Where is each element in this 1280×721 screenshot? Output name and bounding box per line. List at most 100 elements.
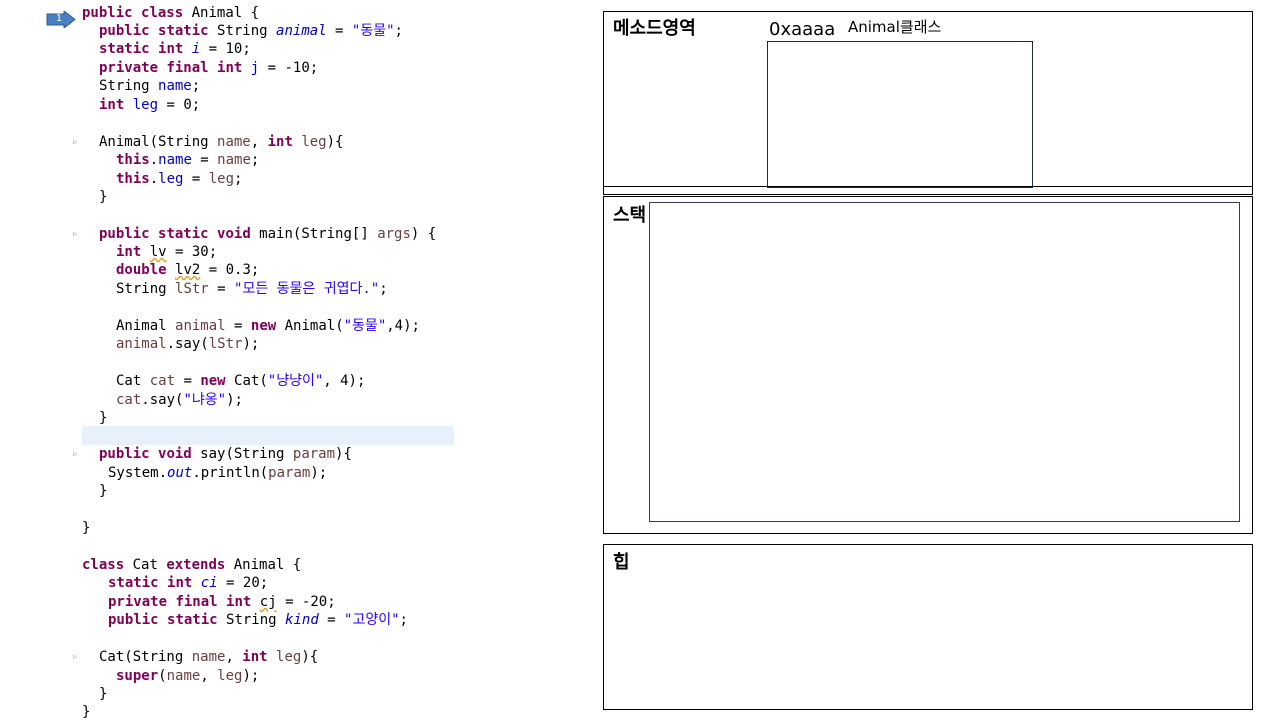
animal-class-box xyxy=(767,41,1033,188)
code-token: int xyxy=(226,594,252,610)
code-token: ); xyxy=(242,336,260,352)
code-token: int xyxy=(267,134,293,150)
code-token: kind xyxy=(285,612,319,628)
code-line: super(name, leg); xyxy=(116,667,259,685)
code-token: = 20; xyxy=(217,575,269,591)
code-token: name xyxy=(217,134,251,150)
code-token: static xyxy=(99,41,150,57)
code-token: name xyxy=(158,152,192,168)
code-token: "동물" xyxy=(343,318,387,334)
code-token: public xyxy=(108,612,159,628)
code-token: } xyxy=(82,704,91,720)
code-line: String name; xyxy=(99,77,200,95)
code-token: leg xyxy=(217,668,243,684)
method-area-title: 메소드영역 xyxy=(613,18,696,39)
code-line: } xyxy=(99,188,107,206)
code-token: cat xyxy=(116,392,142,408)
stack-title: 스택 xyxy=(613,205,647,226)
code-token: animal xyxy=(175,318,226,334)
code-token: param xyxy=(268,465,311,481)
code-token: String xyxy=(217,612,286,628)
code-token: = xyxy=(175,373,201,389)
code-token: ; xyxy=(399,612,408,628)
code-token: i xyxy=(191,41,201,57)
code-token: leg xyxy=(132,97,159,113)
code-token: static xyxy=(158,23,209,39)
code-token: public xyxy=(99,23,150,39)
heap-box xyxy=(603,544,1253,710)
code-token: "냐옹" xyxy=(183,392,227,408)
code-token: ; xyxy=(234,171,243,187)
code-line: int leg = 0; xyxy=(99,96,200,114)
code-token: final xyxy=(166,60,209,76)
code-line: Animal animal = new Animal("동물",4); xyxy=(116,317,420,335)
code-line: } xyxy=(99,685,107,703)
class-name-label: Animal클래스 xyxy=(848,18,942,36)
code-token: System. xyxy=(108,465,168,481)
code-token: = xyxy=(191,152,218,168)
fold-marker-icon[interactable]: ▷ xyxy=(73,450,79,458)
code-token: public xyxy=(82,5,133,21)
code-token: lv2 xyxy=(175,262,201,278)
code-token: ; xyxy=(394,23,403,39)
current-line-highlight xyxy=(82,426,454,445)
code-line: this.name = name; xyxy=(116,151,259,169)
code-token: String xyxy=(116,281,176,297)
fold-marker-icon[interactable]: ▷ xyxy=(73,653,79,661)
code-line: Cat cat = new Cat("냥냥이", 4); xyxy=(116,372,365,390)
code-line: public static String animal = "동물"; xyxy=(99,22,403,40)
code-token: param xyxy=(292,446,336,462)
code-token: main(String[] xyxy=(250,226,378,242)
code-line: public class Animal { xyxy=(82,4,259,22)
fold-marker-icon[interactable]: ▷ xyxy=(73,138,79,146)
code-token: = 30; xyxy=(166,244,218,260)
code-line: cat.say("냐옹"); xyxy=(116,391,243,409)
code-token: leg xyxy=(301,134,327,150)
code-line: animal.say(lStr); xyxy=(116,335,259,353)
code-line: } xyxy=(82,703,90,721)
code-token: } xyxy=(99,483,108,499)
code-token: args xyxy=(377,226,411,242)
code-token: ,4); xyxy=(386,318,420,334)
code-token: animal xyxy=(276,23,327,39)
code-token: = xyxy=(326,23,352,39)
code-token: .say( xyxy=(166,336,209,352)
code-token: this xyxy=(116,152,150,168)
code-token: name xyxy=(191,649,226,665)
code-token: super xyxy=(116,668,159,684)
code-token: static xyxy=(108,575,159,591)
code-token: . xyxy=(149,171,159,187)
code-token: leg xyxy=(276,649,302,665)
code-token: ){ xyxy=(335,446,352,462)
code-line: } xyxy=(99,409,107,427)
code-line: private final int j = -10; xyxy=(99,59,318,77)
code-token: , xyxy=(225,649,243,665)
code-line: double lv2 = 0.3; xyxy=(116,261,259,279)
code-token: , xyxy=(250,134,268,150)
code-token: cat xyxy=(149,373,176,389)
code-token: Cat( xyxy=(225,373,268,389)
code-line: } xyxy=(82,519,90,537)
code-token: void xyxy=(158,446,192,462)
heap-title: 힙 xyxy=(613,552,630,573)
code-token: lStr xyxy=(208,336,243,352)
fold-marker-icon[interactable]: ▷ xyxy=(73,230,79,238)
code-token: ) { xyxy=(410,226,437,242)
code-line: static int i = 10; xyxy=(99,40,251,58)
code-token: int xyxy=(242,649,268,665)
code-token: static xyxy=(158,226,209,242)
code-token: ; xyxy=(250,152,260,168)
code-token: "냥냥이" xyxy=(267,373,324,389)
code-token: , xyxy=(200,668,218,684)
code-token: name xyxy=(166,668,201,684)
code-token: private xyxy=(99,60,159,76)
